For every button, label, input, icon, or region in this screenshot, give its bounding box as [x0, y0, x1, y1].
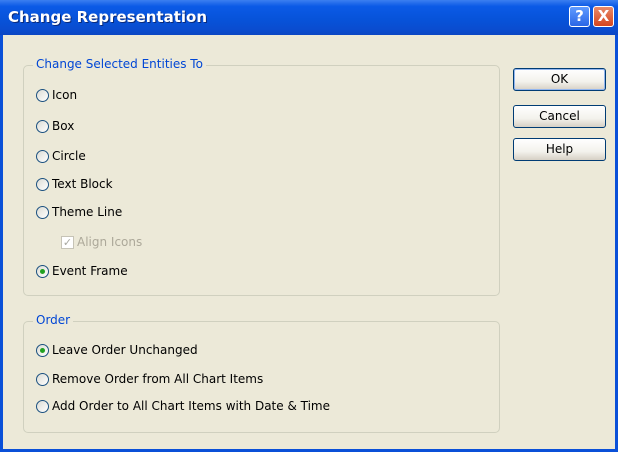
radio-event-frame-label: Event Frame: [52, 264, 128, 278]
radio-add-order-label: Add Order to All Chart Items with Date &…: [52, 399, 330, 413]
radio-theme-line-label: Theme Line: [52, 205, 123, 219]
radio-remove-order-option[interactable]: Remove Order from All Chart Items: [36, 370, 263, 388]
radio-leave-order-option[interactable]: Leave Order Unchanged: [36, 341, 198, 359]
radio-event-frame-indicator[interactable]: [36, 264, 49, 278]
dialog-body: Change Selected Entities To Icon Box Cir…: [3, 35, 615, 449]
radio-leave-order-indicator[interactable]: [36, 343, 49, 357]
title-bar[interactable]: Change Representation ? X: [0, 0, 618, 35]
radio-box-indicator[interactable]: [36, 119, 49, 133]
ok-button[interactable]: OK: [513, 68, 606, 91]
radio-circle-option[interactable]: Circle: [36, 147, 86, 165]
order-group-label: Order: [33, 313, 74, 327]
entities-group-label: Change Selected Entities To: [33, 57, 206, 71]
radio-icon-indicator[interactable]: [36, 88, 49, 102]
close-icon[interactable]: X: [593, 6, 614, 27]
order-group: Order Leave Order Unchanged Remove Order…: [23, 313, 500, 433]
radio-box-label: Box: [52, 119, 75, 133]
radio-theme-line-option[interactable]: Theme Line: [36, 203, 122, 221]
radio-text-block-label: Text Block: [52, 177, 113, 191]
radio-icon-label: Icon: [52, 88, 78, 102]
radio-add-order-option[interactable]: Add Order to All Chart Items with Date &…: [36, 397, 330, 415]
entities-group: Change Selected Entities To Icon Box Cir…: [23, 57, 500, 296]
help-icon[interactable]: ?: [569, 6, 590, 27]
radio-box-option[interactable]: Box: [36, 117, 74, 135]
radio-remove-order-indicator[interactable]: [36, 372, 49, 386]
help-button[interactable]: Help: [513, 138, 606, 161]
radio-circle-indicator[interactable]: [36, 149, 49, 163]
radio-text-block-option[interactable]: Text Block: [36, 175, 113, 193]
radio-theme-line-indicator[interactable]: [36, 205, 49, 219]
cancel-button[interactable]: Cancel: [513, 105, 606, 128]
radio-event-frame-option[interactable]: Event Frame: [36, 262, 128, 280]
window-title: Change Representation: [8, 8, 208, 26]
align-icons-checkbox-row: ✓ Align Icons: [61, 233, 142, 251]
radio-remove-order-label: Remove Order from All Chart Items: [52, 372, 264, 386]
radio-text-block-indicator[interactable]: [36, 177, 49, 191]
radio-leave-order-label: Leave Order Unchanged: [52, 343, 198, 357]
radio-circle-label: Circle: [52, 149, 86, 163]
dialog-window: Change Representation ? X Change Selecte…: [0, 0, 618, 452]
radio-add-order-indicator[interactable]: [36, 399, 49, 413]
radio-icon-option[interactable]: Icon: [36, 86, 77, 104]
align-icons-label: Align Icons: [77, 235, 143, 249]
align-icons-checkbox: ✓: [61, 235, 74, 249]
